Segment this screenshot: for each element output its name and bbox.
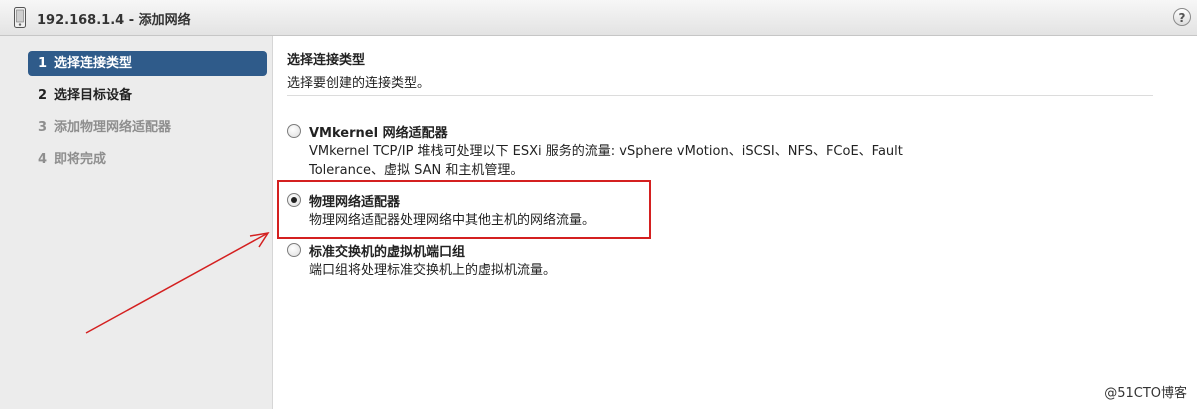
annotation-arrow-icon <box>85 231 270 334</box>
watermark: @51CTO博客 <box>1104 386 1187 401</box>
